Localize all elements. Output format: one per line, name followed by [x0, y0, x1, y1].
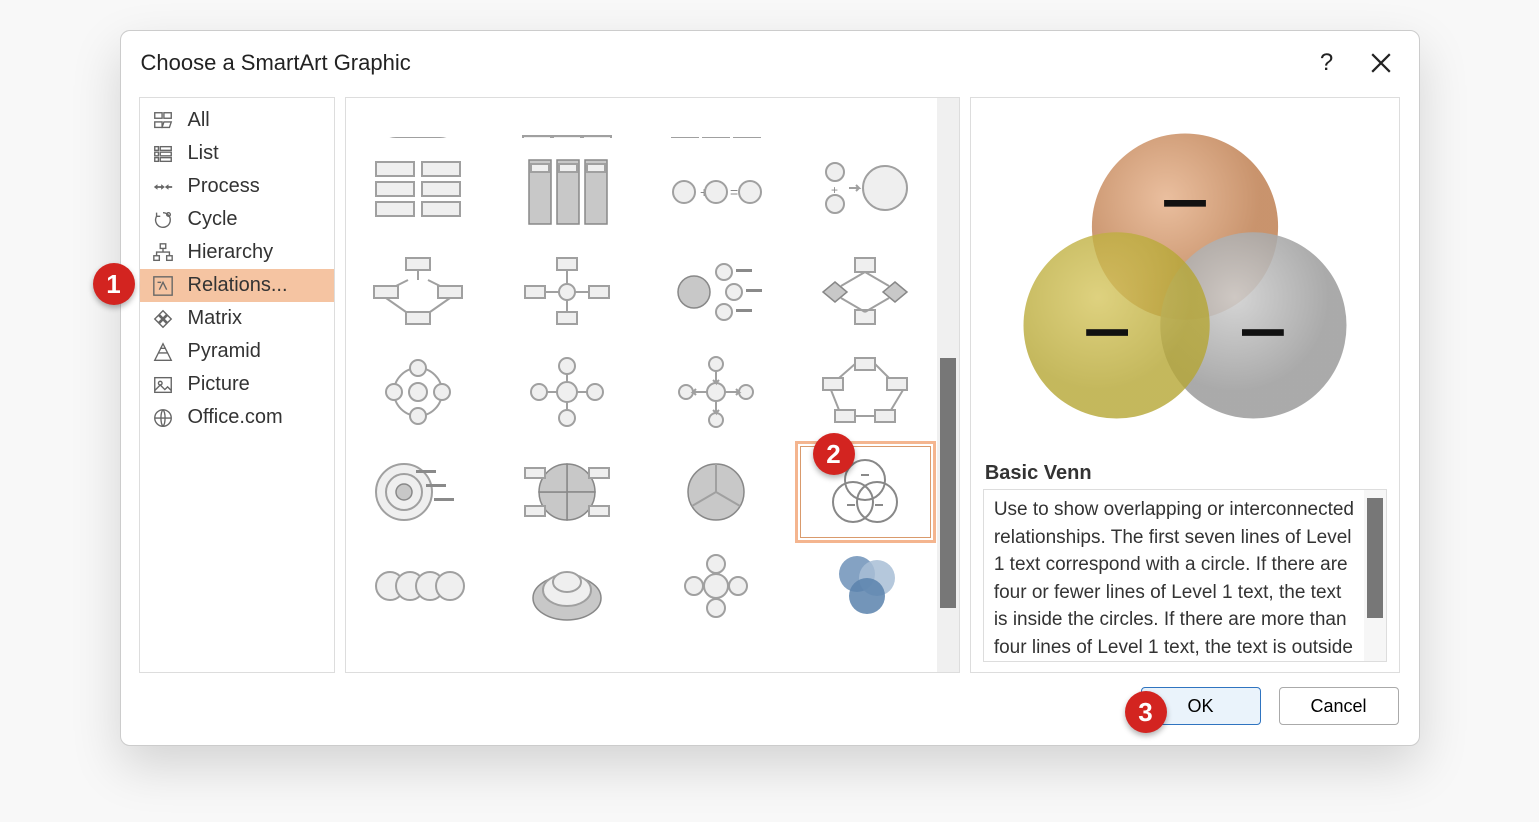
- thumb-cycle-circles[interactable]: [352, 346, 483, 438]
- thumb-radial-venn[interactable]: [650, 546, 781, 624]
- category-sidebar: All List Process Cycle Hierarchy Relatio…: [139, 97, 335, 673]
- relationship-icon: [150, 275, 176, 297]
- help-button[interactable]: ?: [1309, 45, 1345, 81]
- thumb-partial[interactable]: [800, 98, 931, 138]
- gallery-viewport: += +: [346, 98, 937, 672]
- svg-text:+: +: [831, 183, 838, 197]
- preview-description: Use to show overlapping or interconnecte…: [984, 490, 1365, 661]
- thumb-radial-cluster[interactable]: [650, 246, 781, 338]
- sidebar-item-relationship[interactable]: Relations...: [140, 269, 334, 302]
- preview-scrollbar[interactable]: [1364, 490, 1386, 661]
- sidebar-item-officecom[interactable]: Office.com: [140, 401, 334, 434]
- sidebar-label: Office.com: [188, 406, 283, 429]
- preview-pane: Basic Venn Use to show overlapping or in…: [970, 97, 1401, 673]
- sidebar-label: Hierarchy: [188, 241, 274, 264]
- thumb-vertical-box-list[interactable]: [501, 146, 632, 238]
- gallery-scrollbar[interactable]: [937, 98, 959, 672]
- thumb-stacked-venn[interactable]: [501, 546, 632, 624]
- thumb-cycle-boxes[interactable]: [800, 346, 931, 438]
- sidebar-label: All: [188, 109, 210, 132]
- matrix-icon: [150, 308, 176, 330]
- cycle-icon: [150, 209, 176, 231]
- sidebar-label: Process: [188, 175, 260, 198]
- thumb-diamond-cycle[interactable]: [800, 246, 931, 338]
- thumb-colored-venn[interactable]: [800, 546, 931, 624]
- picture-icon: [150, 374, 176, 396]
- titlebar: Choose a SmartArt Graphic ?: [121, 31, 1419, 87]
- sidebar-item-list[interactable]: List: [140, 137, 334, 170]
- sidebar-item-cycle[interactable]: Cycle: [140, 203, 334, 236]
- sidebar-item-matrix[interactable]: Matrix: [140, 302, 334, 335]
- thumb-partial[interactable]: [650, 98, 781, 138]
- annotation-badge-2: 2: [813, 433, 855, 475]
- sidebar-label: Matrix: [188, 307, 242, 330]
- sidebar-item-all[interactable]: All: [140, 104, 334, 137]
- process-icon: [150, 176, 176, 198]
- thumb-equation[interactable]: +=: [650, 146, 781, 238]
- button-row: OK Cancel: [121, 673, 1419, 745]
- thumb-segmented[interactable]: [501, 446, 632, 538]
- list-icon: [150, 143, 176, 165]
- annotation-badge-1: 1: [93, 263, 135, 305]
- preview-description-box: Use to show overlapping or interconnecte…: [983, 489, 1388, 662]
- thumb-plus-layout[interactable]: +: [800, 146, 931, 238]
- thumb-converging-radial[interactable]: [501, 346, 632, 438]
- smartart-gallery: += +: [345, 97, 960, 673]
- thumb-hierarchy-arrows[interactable]: [352, 246, 483, 338]
- sidebar-item-picture[interactable]: Picture: [140, 368, 334, 401]
- thumb-target[interactable]: [352, 446, 483, 538]
- sidebar-item-pyramid[interactable]: Pyramid: [140, 335, 334, 368]
- thumb-linear-venn[interactable]: [352, 546, 483, 624]
- dialog-body: All List Process Cycle Hierarchy Relatio…: [121, 87, 1419, 673]
- close-button[interactable]: [1363, 45, 1399, 81]
- preview-title: Basic Venn: [983, 454, 1388, 489]
- thumb-radial-boxes[interactable]: [501, 246, 632, 338]
- dialog-title: Choose a SmartArt Graphic: [141, 50, 1309, 76]
- sidebar-label: Relations...: [188, 274, 288, 297]
- pyramid-icon: [150, 341, 176, 363]
- thumb-grouped-list[interactable]: [352, 146, 483, 238]
- sidebar-item-hierarchy[interactable]: Hierarchy: [140, 236, 334, 269]
- thumb-basic-pie[interactable]: [650, 446, 781, 538]
- globe-icon: [150, 407, 176, 429]
- sidebar-label: Cycle: [188, 208, 238, 231]
- all-icon: [150, 110, 176, 132]
- svg-text:=: =: [730, 184, 738, 200]
- cancel-button[interactable]: Cancel: [1279, 687, 1399, 725]
- sidebar-label: Pyramid: [188, 340, 261, 363]
- thumb-partial[interactable]: [501, 98, 632, 138]
- preview-image: [983, 98, 1388, 454]
- smartart-dialog: 1 2 3 Choose a SmartArt Graphic ? All Li…: [120, 30, 1420, 746]
- sidebar-label: Picture: [188, 373, 250, 396]
- sidebar-label: List: [188, 142, 219, 165]
- thumb-diverging-radial[interactable]: [650, 346, 781, 438]
- annotation-badge-3: 3: [1125, 691, 1167, 733]
- thumb-partial[interactable]: [352, 98, 483, 138]
- sidebar-item-process[interactable]: Process: [140, 170, 334, 203]
- hierarchy-icon: [150, 242, 176, 264]
